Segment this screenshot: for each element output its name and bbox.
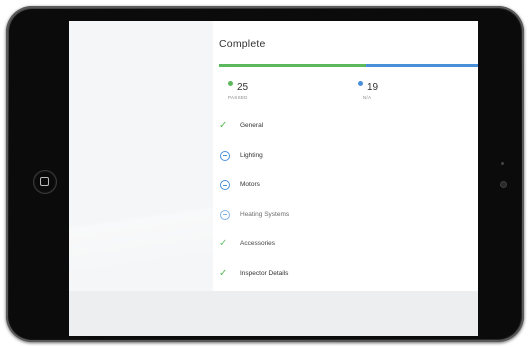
home-square-icon xyxy=(40,177,49,186)
camera-icon xyxy=(500,181,507,188)
section-row-general[interactable]: ✓ General xyxy=(213,120,478,151)
passed-label: PASSED xyxy=(228,95,248,100)
section-list: ✓ General Lighting Motors Heating System… xyxy=(213,120,478,299)
page-title: Complete xyxy=(219,38,266,50)
na-stat: 19 N/A xyxy=(358,77,378,100)
section-row-accessories[interactable]: ✓ Accessories xyxy=(213,238,478,269)
section-label: Heating Systems xyxy=(240,210,290,218)
tablet-device-frame: Complete 25 PASSED 19 N/A ✓ General Ligh… xyxy=(6,6,524,342)
section-label: Inspector Details xyxy=(240,269,289,277)
na-label: N/A xyxy=(363,95,372,100)
side-panel xyxy=(69,21,213,291)
minus-circle-icon xyxy=(220,209,230,220)
section-label: General xyxy=(240,122,264,129)
check-icon: ✓ xyxy=(219,120,228,131)
section-label: Lighting xyxy=(240,151,263,159)
passed-count: 25 xyxy=(237,82,249,93)
section-row-motors[interactable]: Motors xyxy=(213,180,478,210)
section-label: Motors xyxy=(240,181,260,189)
check-icon: ✓ xyxy=(219,267,228,279)
minus-circle-icon xyxy=(220,150,230,161)
na-count: 19 xyxy=(367,82,379,93)
check-icon: ✓ xyxy=(219,238,228,250)
inspection-summary-panel: Complete 25 PASSED 19 N/A ✓ General Ligh… xyxy=(213,21,478,291)
tablet-screen: Complete 25 PASSED 19 N/A ✓ General Ligh… xyxy=(69,21,478,336)
na-dot-icon xyxy=(358,81,363,87)
section-row-lighting[interactable]: Lighting xyxy=(213,150,478,181)
section-label: Accessories xyxy=(240,240,276,248)
minus-circle-icon xyxy=(220,180,230,191)
home-button[interactable] xyxy=(33,170,57,194)
section-row-heating-systems[interactable]: Heating Systems xyxy=(213,209,478,240)
sensor-dot xyxy=(501,162,504,165)
section-row-inspector-details[interactable]: ✓ Inspector Details xyxy=(213,267,478,299)
progress-bar-fill xyxy=(219,64,367,67)
passed-dot-icon xyxy=(228,81,233,87)
passed-stat: 25 PASSED xyxy=(228,77,248,100)
progress-bar xyxy=(219,64,478,67)
